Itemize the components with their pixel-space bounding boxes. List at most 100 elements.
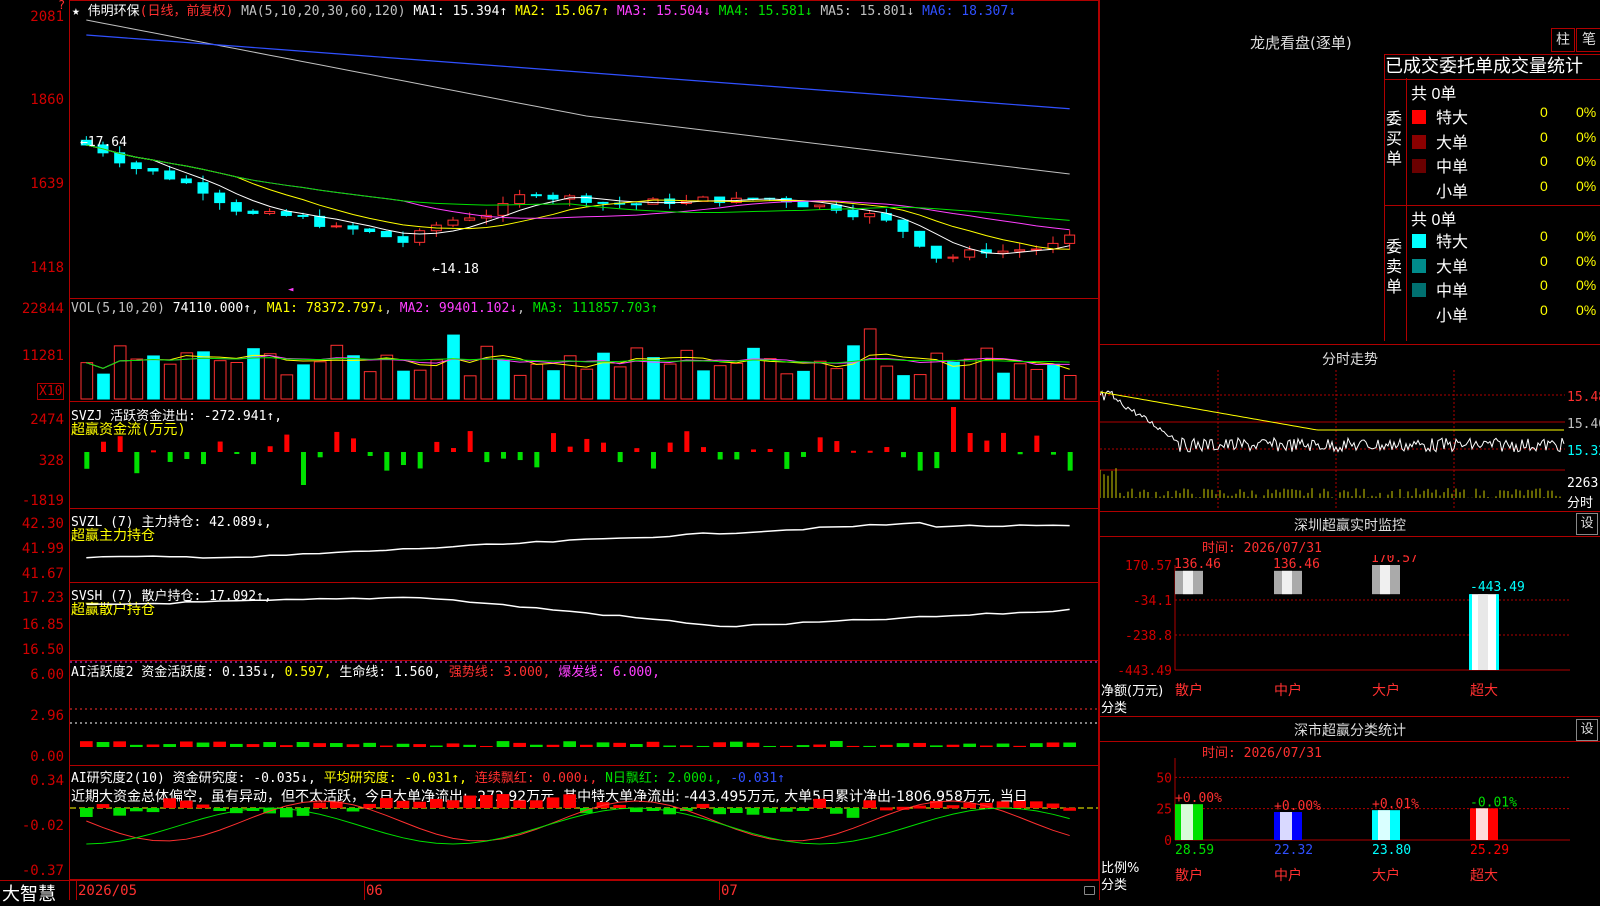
fund-flow-bar [367, 452, 373, 456]
fenshi-price-line [1100, 390, 1565, 453]
ma6-line [86, 34, 1070, 110]
candle [847, 209, 859, 218]
high-price-value: 17.64 [87, 135, 127, 150]
classify-bar-label: 中户 [1274, 867, 1302, 884]
monitor-bar-shine [1380, 565, 1390, 595]
volume-bar [647, 357, 660, 400]
dragon-title: 龙虎看盘(逐单) [1250, 34, 1352, 52]
activity-bar [780, 745, 793, 747]
buy-side-label: 委买单 [1386, 111, 1403, 168]
monitor-bar-value: 136.46 [1174, 557, 1221, 572]
volume-bar [280, 374, 294, 400]
volume-bar [597, 352, 610, 400]
svzj-chart[interactable] [70, 402, 1098, 508]
volume-bar [580, 368, 594, 400]
candle [130, 162, 142, 170]
fund-flow-bar [967, 432, 973, 452]
buy-row-pct: 0% [1576, 104, 1597, 120]
fund-flow-bar [551, 433, 556, 452]
activity-bar [713, 742, 726, 747]
buy-row-count: 0 [1540, 128, 1548, 145]
fund-flow-bar [817, 437, 823, 452]
activity-bar [396, 743, 410, 747]
classify-y-label: 0 [1164, 834, 1172, 849]
sell-total: 共 0单 [1411, 212, 1457, 229]
sell-side-label: 委卖单 [1386, 239, 1403, 296]
research-bar [396, 800, 410, 808]
monitor-bar [1274, 570, 1302, 595]
research-bar [613, 804, 626, 808]
fund-flow-bar [834, 441, 840, 452]
activity-bar [880, 744, 893, 747]
activity-bar [746, 742, 760, 747]
candle [397, 236, 409, 243]
volume-y-label: 22844 [21, 301, 64, 317]
classify-axis-label: 分类 [1101, 878, 1128, 893]
brand-logo[interactable]: 大智慧 [2, 880, 56, 906]
classify-bar-shine [1181, 804, 1193, 840]
monitor-bar-value: 170.57 [1371, 555, 1418, 566]
classify-change: +0.00% [1274, 799, 1321, 814]
activity-bar [796, 745, 810, 747]
activity-bar [913, 742, 926, 747]
fund-flow-bar [934, 452, 940, 469]
volume-bar [347, 355, 360, 400]
activity-bar [330, 743, 343, 747]
candle [330, 225, 342, 228]
kline-chart[interactable]: ◄ [70, 0, 1098, 298]
activity-bar [130, 744, 143, 747]
candle [530, 194, 542, 197]
svzl-chart[interactable] [70, 509, 1098, 582]
ai-research-y-label: -0.37 [21, 863, 64, 879]
volume-bar [497, 359, 510, 400]
dragon-tab-label[interactable]: 已成交委托单成交量统计 [1384, 54, 1600, 80]
sell-row-pct: 0% [1576, 277, 1597, 293]
activity-bar [530, 744, 543, 747]
ai-activity-y-label: 2.96 [30, 708, 64, 724]
volume-unit: X10 [39, 384, 63, 399]
activity-bar [663, 745, 676, 747]
monitor-settings-button[interactable]: 设 [1576, 513, 1598, 535]
classify-title: 深市超赢分类统计 [1294, 723, 1406, 739]
bar-mode-button[interactable]: 柱 [1551, 28, 1575, 52]
monitor-bar [1469, 594, 1499, 670]
fund-flow-bar [701, 447, 706, 452]
ai-activity-chart[interactable] [70, 661, 1098, 765]
chart-area[interactable]: ★ 伟明环保(日线，前复权) MA(5,10,20,30,60,120) MA1… [0, 0, 1099, 905]
buy-row-name: 大单 [1436, 134, 1469, 152]
activity-bar [113, 741, 126, 747]
fund-flow-bar [417, 452, 423, 469]
volume-bar [830, 368, 844, 400]
activity-bar [813, 744, 826, 747]
fund-flow-bar [184, 452, 190, 459]
sell-color-swatch [1412, 283, 1426, 297]
fund-flow-bar [317, 452, 323, 458]
svsh-chart[interactable] [70, 583, 1098, 660]
fund-flow-bar [684, 431, 690, 452]
research-bar [446, 800, 460, 808]
ai-research-chart[interactable] [70, 766, 1098, 879]
classify-settings-button[interactable]: 设 [1576, 719, 1598, 741]
buy-row-count: 0 [1540, 104, 1548, 120]
lock-icon[interactable] [1084, 886, 1095, 895]
tick-mode-button[interactable]: 笔 [1576, 28, 1600, 52]
sell-row-pct: 0% [1576, 228, 1597, 244]
research-bar [730, 808, 743, 814]
activity-bar [480, 745, 493, 747]
volume-chart[interactable] [70, 299, 1098, 401]
volume-bar [547, 370, 560, 400]
candle [997, 250, 1009, 254]
research-bar [880, 807, 893, 811]
research-bar [1046, 803, 1060, 808]
monitor-bar-label: 中户 [1274, 682, 1302, 699]
volume-bar [847, 345, 860, 400]
fund-flow-bar [1001, 432, 1006, 452]
monitor-bar-value: -443.49 [1470, 580, 1525, 595]
volume-unit-box: X10 [37, 383, 65, 400]
candle [1014, 249, 1026, 252]
research-bar [746, 808, 760, 815]
fenshi-chart[interactable] [1100, 370, 1565, 510]
classify-bar-shine [1476, 808, 1488, 840]
buy-color-swatch [1412, 134, 1426, 149]
monitor-bar-shine [1478, 594, 1488, 670]
